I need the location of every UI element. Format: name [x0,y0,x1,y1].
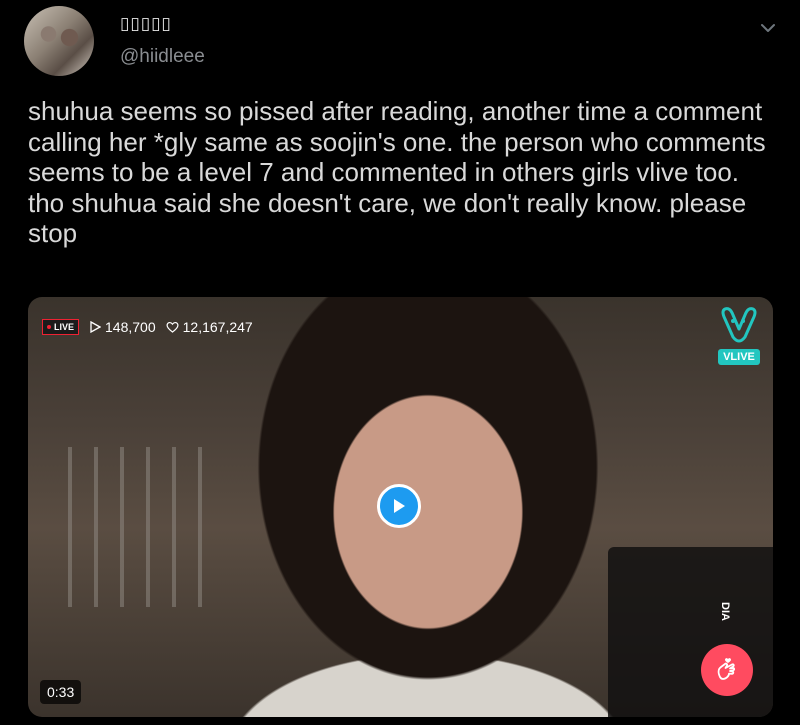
heart-count: 12,167,247 [166,319,253,335]
play-count: 148,700 [89,319,156,335]
side-text: DIA [719,602,731,621]
chevron-down-icon[interactable] [758,18,778,38]
tweet-text: shuhua seems so pissed after reading, an… [28,96,766,248]
finger-heart-icon [717,658,736,680]
vlive-label: VLIVE [718,349,760,365]
live-label: LIVE [54,322,75,332]
live-dot [47,325,51,329]
play-count-value: 148,700 [105,319,156,335]
play-button[interactable] [377,484,421,528]
live-badge: LIVE [42,319,80,335]
heart-outline-icon [166,321,179,333]
vlive-logo: VLIVE [714,303,764,371]
heart-count-value: 12,167,247 [182,319,253,335]
background-chairs [68,447,218,607]
vlive-v-icon [721,307,757,343]
live-stats-bar: LIVE 148,700 12,167,247 [42,319,253,335]
reaction-button[interactable] [701,644,753,696]
avatar[interactable] [24,6,94,76]
video-duration: 0:33 [40,680,82,704]
play-icon [394,499,405,513]
play-count-icon [90,321,102,333]
display-name[interactable]: ▯▯▯▯▯ [120,14,172,34]
username-handle[interactable]: @hiidleee [120,46,205,68]
media-video[interactable]: LIVE 148,700 12,167,247 VLIVE 0:33 DIA [28,297,773,717]
background-piano [608,547,773,717]
